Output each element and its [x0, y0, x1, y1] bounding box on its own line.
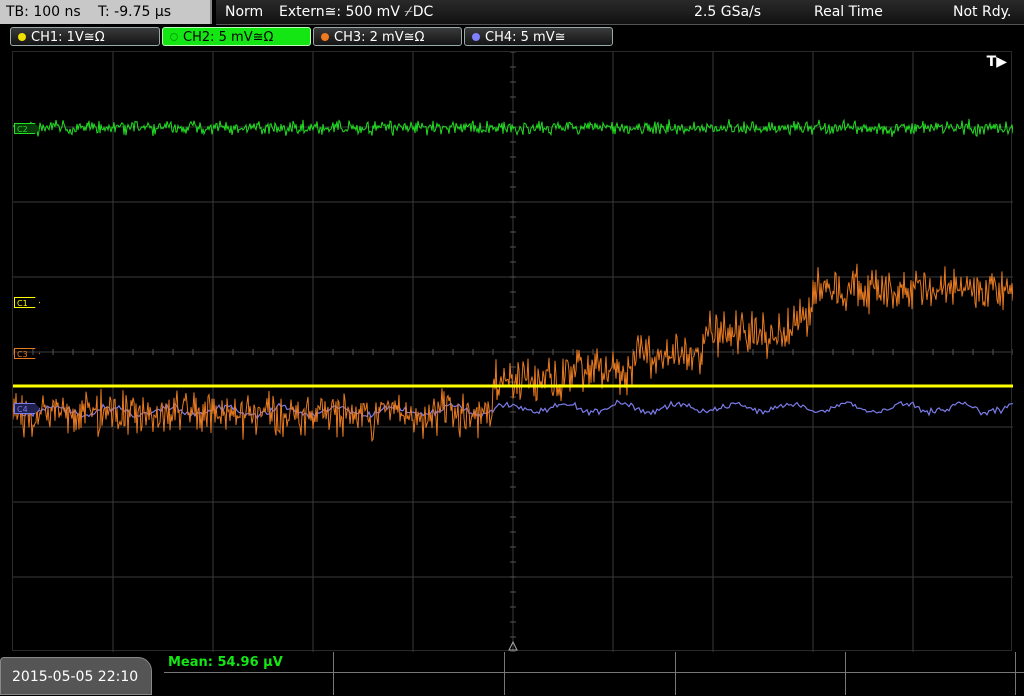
tab-ch3[interactable]: CH3: 2 mV≅Ω — [313, 27, 462, 46]
trigger-mode[interactable]: Norm — [225, 0, 263, 24]
trigger-position-icon[interactable]: T▶ — [987, 54, 1007, 70]
measurement-cell[interactable] — [846, 673, 1016, 695]
measurement-cell[interactable] — [676, 652, 846, 673]
ch4-offset-marker[interactable]: C4 — [14, 403, 40, 414]
tab-ch3-label: CH3: 2 mV≅Ω — [334, 30, 425, 45]
run-status[interactable]: Not Rdy. — [953, 0, 1011, 24]
waveform-canvas[interactable] — [13, 52, 1013, 652]
measurement-cell[interactable] — [334, 673, 505, 695]
top-status-bar: TB: 100 ns T: -9.75 µs Norm Extern≅: 500… — [0, 0, 1024, 25]
measurement-cell[interactable]: Mean: 54.96 µV — [164, 652, 334, 673]
tab-ch4[interactable]: CH4: 5 mV≅ — [464, 27, 613, 46]
waveform-display[interactable]: T▶ C2 C1 C3 C4 — [12, 51, 1013, 652]
timebase-panel[interactable]: TB: 100 ns T: -9.75 µs — [0, 0, 212, 24]
measurement-cell[interactable] — [164, 673, 334, 695]
ch1-offset-marker[interactable]: C1 — [14, 297, 40, 308]
measurement-cell[interactable] — [846, 652, 1016, 673]
ch2-offset-marker[interactable]: C2 — [14, 123, 40, 134]
ch3-offset-marker[interactable]: C3 — [14, 348, 40, 359]
measurement-row[interactable]: Mean: 54.96 µV — [164, 652, 1024, 673]
trigger-time-label[interactable]: T: -9.75 µs — [98, 0, 171, 24]
tab-ch1-label: CH1: 1V≅Ω — [31, 30, 105, 45]
date-time-display: 2015-05-05 22:10 — [0, 657, 152, 695]
measurement-cell[interactable] — [676, 673, 846, 695]
acquisition-mode[interactable]: Real Time — [814, 0, 883, 24]
trigger-source[interactable]: Extern≅: 500 mV ⌿DC — [279, 0, 433, 24]
measurement-table: Mean: 54.96 µV — [164, 652, 1024, 695]
measurement-row[interactable] — [164, 673, 1024, 695]
measurement-cell[interactable] — [505, 652, 676, 673]
sample-rate[interactable]: 2.5 GSa/s — [694, 0, 761, 24]
tab-ch2-label: CH2: 5 mV≅Ω — [183, 30, 274, 45]
ch2-color-dot — [170, 33, 178, 41]
ch1-color-dot — [18, 33, 26, 41]
timebase-label[interactable]: TB: 100 ns — [6, 0, 81, 24]
measurement-cell[interactable] — [505, 673, 676, 695]
ch3-color-dot — [321, 33, 329, 41]
tab-ch1[interactable]: CH1: 1V≅Ω — [10, 27, 160, 46]
tab-ch2[interactable]: CH2: 5 mV≅Ω — [162, 27, 311, 46]
tab-ch4-label: CH4: 5 mV≅ — [485, 30, 566, 45]
ch4-color-dot — [472, 33, 480, 41]
mean-measurement: Mean: 54.96 µV — [168, 655, 283, 670]
channel-bar: CH1: 1V≅Ω CH2: 5 mV≅Ω CH3: 2 mV≅Ω CH4: 5… — [0, 26, 1024, 48]
measurement-cell[interactable] — [334, 652, 505, 673]
